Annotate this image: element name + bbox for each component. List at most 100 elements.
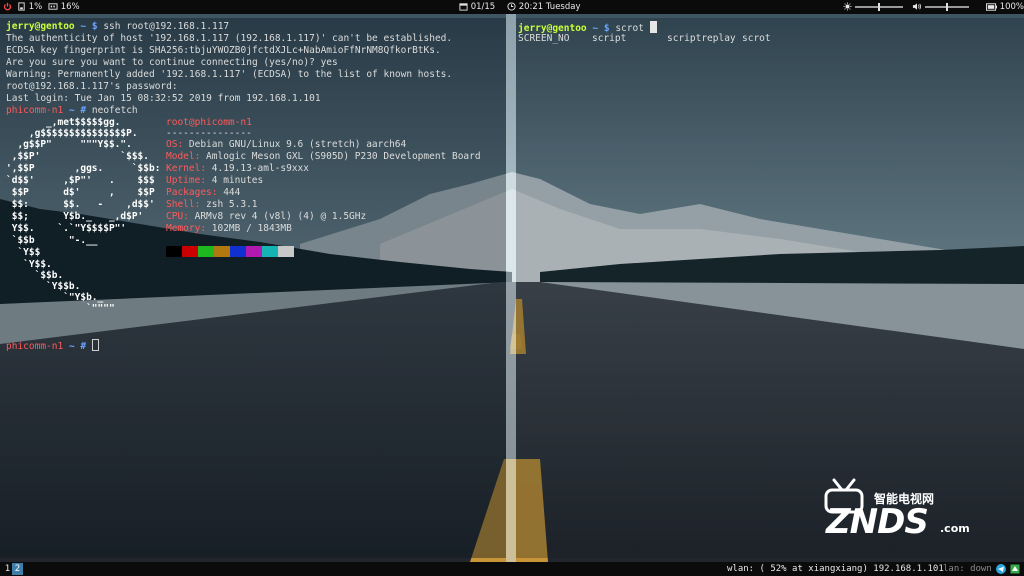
znds-watermark-logo: 智能电视网 ZNDS .com xyxy=(816,478,986,548)
prompt-host: phicomm-n1 xyxy=(6,341,64,352)
speaker-icon xyxy=(912,3,922,10)
ascii-logo-line: _,met$$$$$gg. xyxy=(6,117,121,128)
completion-item: SCREEN_NO xyxy=(518,33,570,44)
ascii-logo-line: ,$$P' `$$$. xyxy=(6,151,149,162)
info-value: ARMv8 rev 4 (v8l) (4) @ 1.5GHz xyxy=(188,211,367,222)
lan-status: lan: down xyxy=(943,564,992,574)
palette-swatch xyxy=(198,246,214,257)
neofetch-info-row: Shell: zsh 5.3.1 xyxy=(166,199,258,210)
info-value: 444 xyxy=(217,187,241,198)
volume-slider-knob[interactable] xyxy=(946,3,948,11)
info-key: CPU: xyxy=(166,211,189,222)
pane-divider[interactable] xyxy=(506,14,516,562)
terminal-cursor xyxy=(91,339,99,351)
terminal-prompt-line: jerry@gentoo ~ $ scrot xyxy=(518,21,657,34)
terminal-output-line: Warning: Permanently added '192.168.1.11… xyxy=(6,69,453,80)
date-display[interactable]: 01/15 xyxy=(459,0,495,14)
power-percent: 100% xyxy=(999,2,1024,12)
prompt-path: ~ xyxy=(80,21,87,32)
info-value: zsh 5.3.1 xyxy=(200,199,258,210)
clock-display[interactable]: 20:21 Tuesday xyxy=(507,0,581,14)
workspace-button-2[interactable]: 2 xyxy=(12,563,23,575)
power-indicator: 100% xyxy=(986,0,1024,14)
time-text: 20:21 xyxy=(518,2,544,12)
neofetch-info-row: Uptime: 4 minutes xyxy=(166,175,263,186)
telegram-tray-icon[interactable] xyxy=(996,564,1006,574)
terminal-output-line: root@192.168.1.117's password: xyxy=(6,81,178,92)
ascii-logo-line: $$: $$. - ,d$$' xyxy=(6,199,155,210)
neofetch-info-row: CPU: ARMv8 rev 4 (v8l) (4) @ 1.5GHz xyxy=(166,211,366,222)
prompt-symbol: $ xyxy=(91,21,98,32)
ascii-logo-line: ,g$$P" """Y$$.". xyxy=(6,139,132,150)
info-key: Model: xyxy=(166,151,201,162)
terminal-prompt-line: phicomm-n1 ~ # xyxy=(6,339,99,352)
brightness-icon xyxy=(843,2,852,11)
date-text: 01/15 xyxy=(470,2,496,12)
calendar-icon xyxy=(459,3,468,11)
ascii-logo-line: Y$$. `.`"Y$$$$P"' xyxy=(6,223,127,234)
neofetch-info-row: OS: Debian GNU/Linux 9.6 (stretch) aarch… xyxy=(166,139,406,150)
right-terminal[interactable]: jerry@gentoo ~ $ scrot SCREEN_NO script … xyxy=(516,18,1024,558)
power-icon xyxy=(3,2,12,11)
clock-icon xyxy=(507,2,516,11)
volume-control[interactable] xyxy=(912,0,922,14)
volume-slider[interactable] xyxy=(925,3,969,11)
weekday-text: Tuesday xyxy=(545,2,581,12)
top-status-bar: 1% 16% 01/15 20:21 Tuesday 100% xyxy=(0,0,1024,14)
brightness-slider[interactable] xyxy=(855,3,903,11)
terminal-output-line: The authenticity of host '192.168.1.117 … xyxy=(6,33,453,44)
ascii-logo-line: `"""" xyxy=(6,303,115,314)
info-key: Kernel: xyxy=(166,163,207,174)
palette-swatch xyxy=(182,246,198,257)
prompt-symbol: # xyxy=(80,105,87,116)
info-value: 102MB / 1843MB xyxy=(206,223,292,234)
palette-swatch xyxy=(278,246,294,257)
memory-percent: 16% xyxy=(60,2,80,12)
left-terminal[interactable]: jerry@gentoo ~ $ ssh root@192.168.1.117 … xyxy=(0,18,506,558)
terminal-cursor xyxy=(649,21,657,33)
memory-indicator: 16% xyxy=(48,0,80,14)
prompt-command: neofetch xyxy=(91,105,138,116)
cpu-indicator: 1% xyxy=(17,0,42,14)
completion-item: scrot xyxy=(742,33,771,44)
ascii-logo-line: ',$$P ,ggs. `$$b: xyxy=(6,163,161,174)
palette-swatch xyxy=(262,246,278,257)
terminal-prompt-line: phicomm-n1 ~ # neofetch xyxy=(6,105,138,116)
color-palette xyxy=(166,246,294,257)
ascii-logo-line: `Y$$b. xyxy=(6,281,81,292)
prompt-host: phicomm-n1 xyxy=(6,105,64,116)
neofetch-info-row: Model: Amlogic Meson GXL (S905D) P230 De… xyxy=(166,151,481,162)
ascii-logo-line: `Y$$ xyxy=(6,247,41,258)
cpu-percent: 1% xyxy=(28,2,43,12)
memory-icon xyxy=(48,3,58,10)
ascii-logo-line: $$; Y$b._ _,d$P' xyxy=(6,211,144,222)
info-key: OS: xyxy=(166,139,184,150)
palette-swatch xyxy=(166,246,182,257)
battery-icon xyxy=(18,2,25,11)
prompt-command: ssh root@192.168.1.117 xyxy=(103,21,230,32)
prompt-user: jerry@gentoo xyxy=(6,21,75,32)
ascii-logo-line: `d$$' ,$P"' . $$$ xyxy=(6,175,155,186)
palette-swatch xyxy=(230,246,246,257)
palette-swatch xyxy=(214,246,230,257)
neofetch-info-row: Kernel: 4.19.13-aml-s9xxx xyxy=(166,163,309,174)
power-button[interactable] xyxy=(3,0,12,14)
brightness-control[interactable] xyxy=(843,0,852,14)
neofetch-title: root@phicomm-n1 xyxy=(166,117,252,128)
ascii-logo-line: ,g$$$$$$$$$$$$$$$P. xyxy=(6,128,138,139)
terminal-output-line: Are you sure you want to continue connec… xyxy=(6,57,338,68)
brightness-slider-knob[interactable] xyxy=(878,3,880,11)
terminal-output-line: Last login: Tue Jan 15 08:32:52 2019 fro… xyxy=(6,93,321,104)
ascii-logo-line: `Y$$. xyxy=(6,259,52,270)
prompt-path: ~ xyxy=(68,105,75,116)
watermark-suffix-text: .com xyxy=(940,522,970,535)
completion-item: script xyxy=(592,33,627,44)
watermark-brand-text: ZNDS xyxy=(826,502,929,542)
prompt-symbol: # xyxy=(80,341,87,352)
completion-item: scriptreplay xyxy=(667,33,736,44)
bottom-status-bar: 1 2 wlan: ( 52% at xiangxiang) 192.168.1… xyxy=(0,562,1024,576)
ascii-logo-line: `$$b. xyxy=(6,270,64,281)
battery-charging-icon xyxy=(986,2,997,11)
network-tray-icon[interactable] xyxy=(1010,564,1020,574)
neofetch-separator: --------------- xyxy=(166,128,252,139)
